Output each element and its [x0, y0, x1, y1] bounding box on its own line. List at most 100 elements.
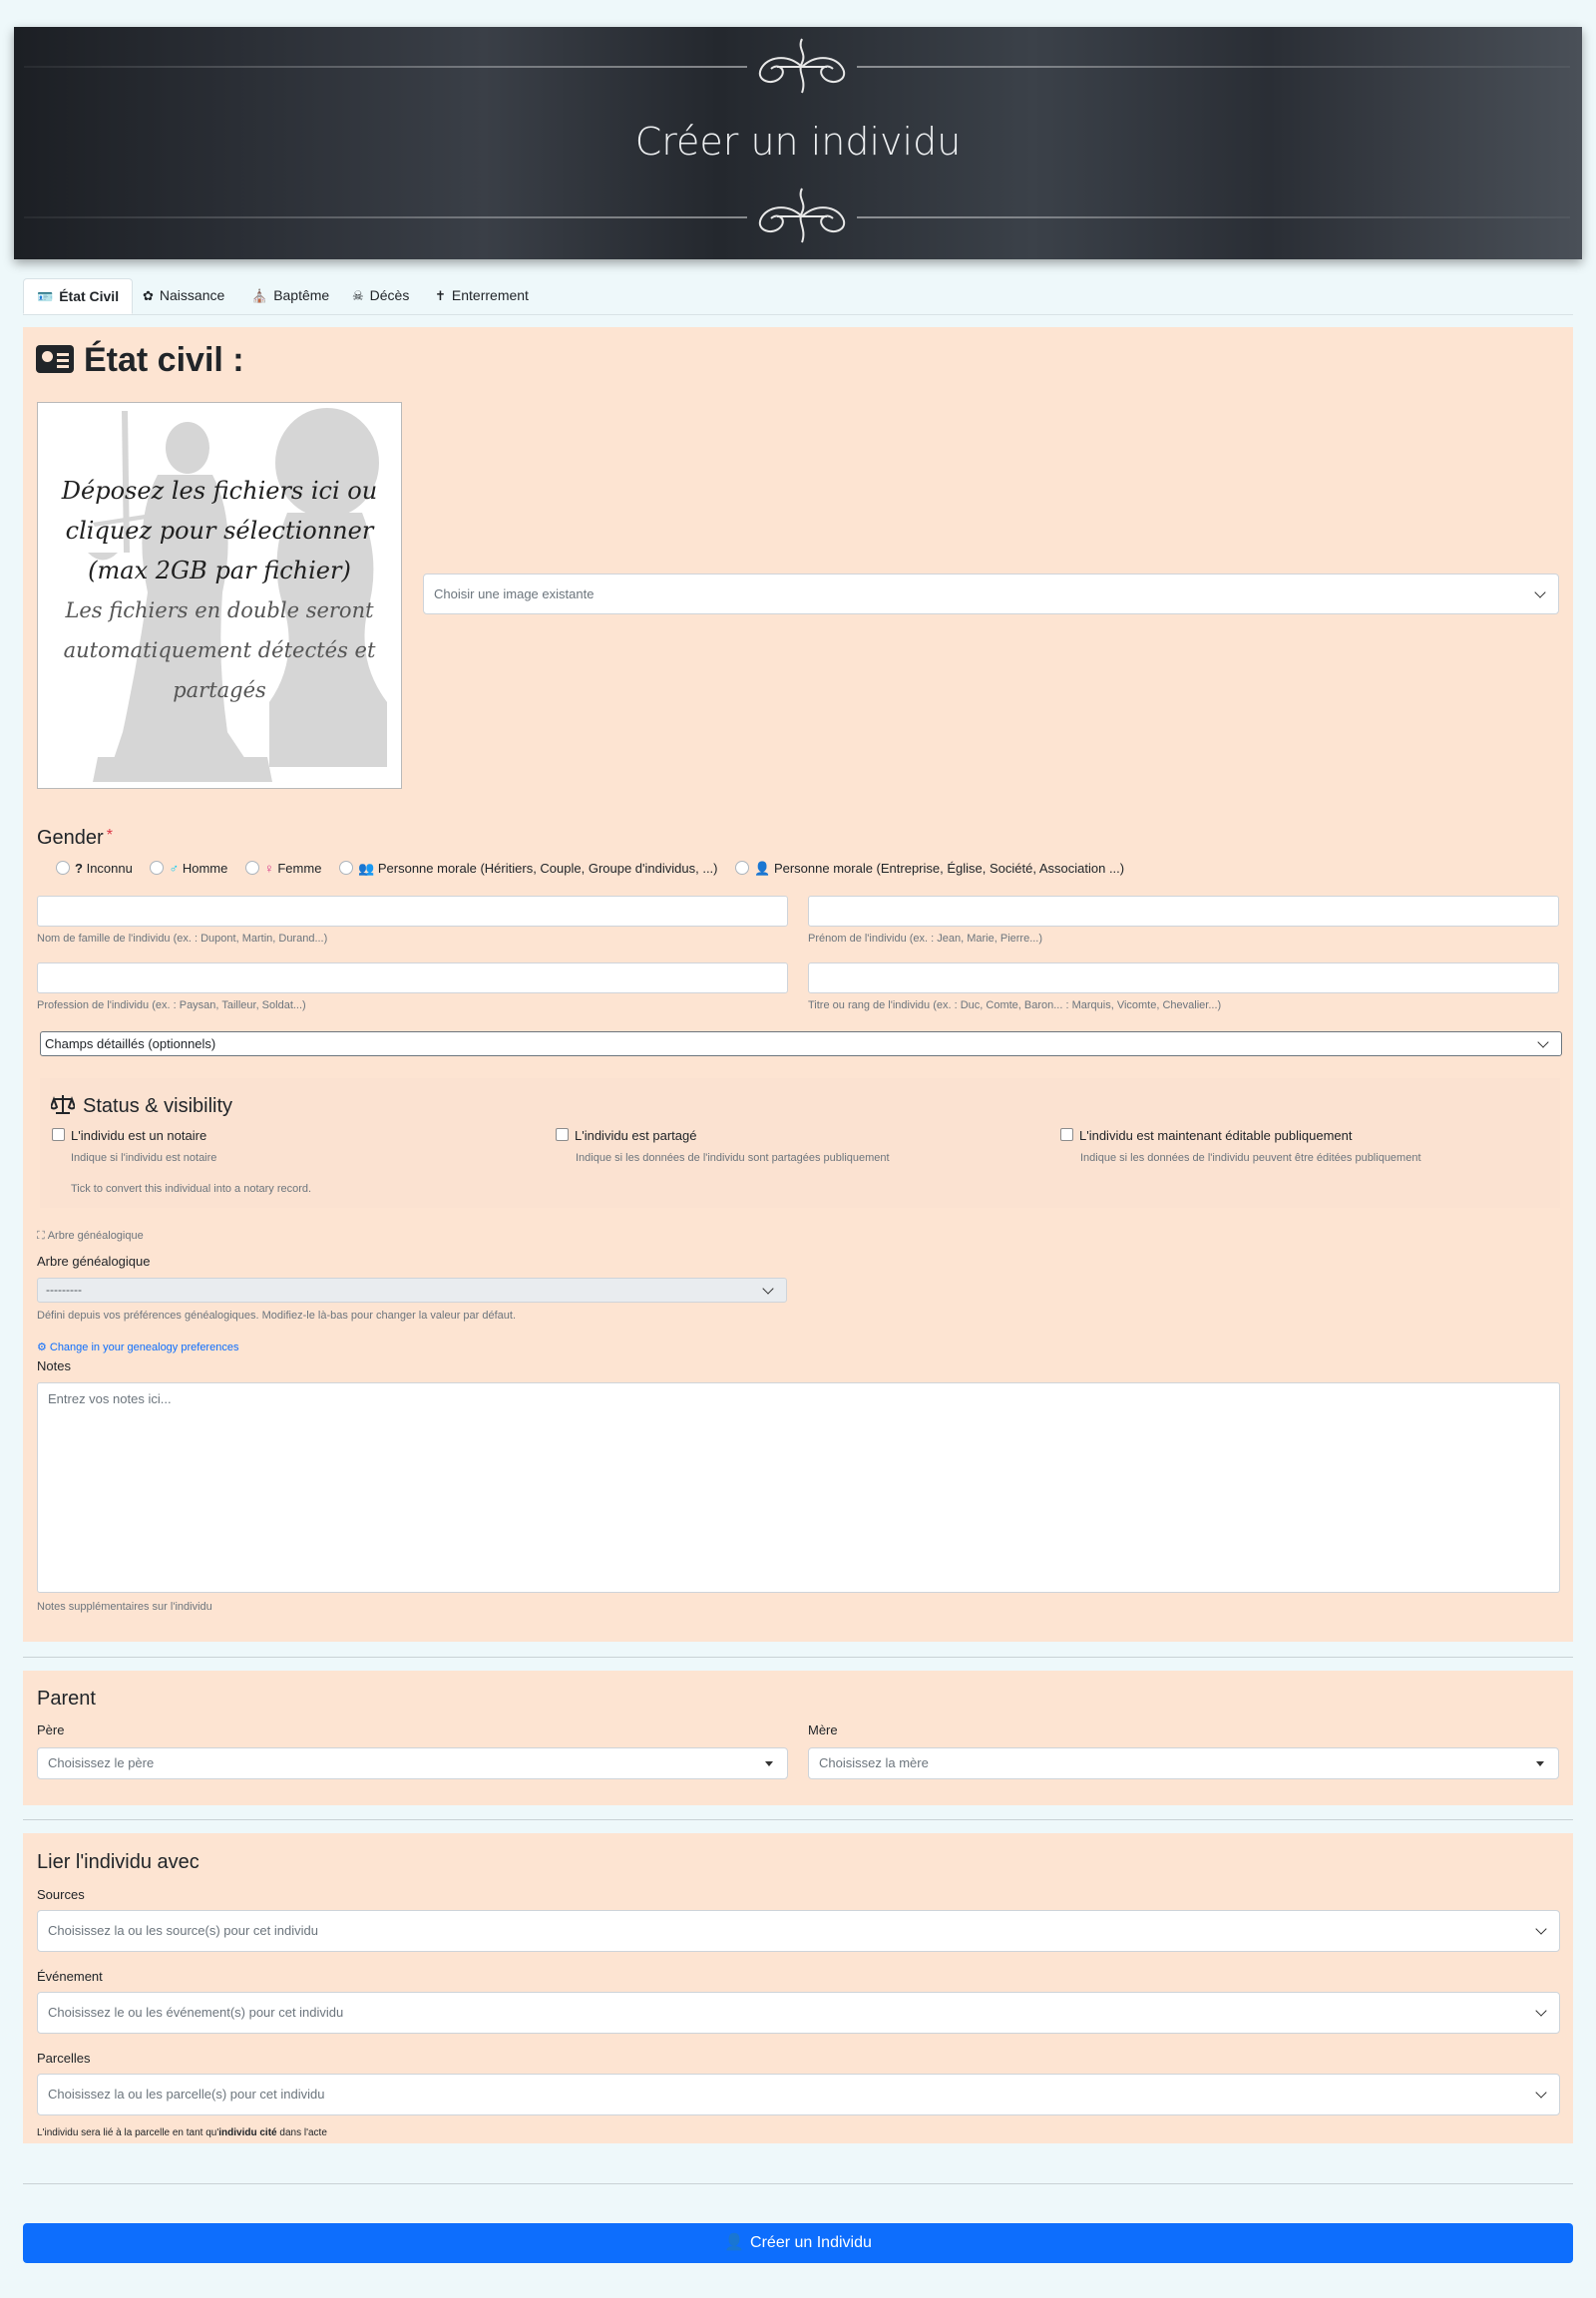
file-dropzone[interactable]: Déposez les fichiers ici ou cliquez pour…: [37, 402, 402, 789]
checkbox-label: L'individu est partagé: [575, 1128, 697, 1143]
chevron-down-icon: [1537, 1035, 1549, 1048]
notes-help: Notes supplémentaires sur l'individu: [37, 1601, 212, 1613]
skull-icon: ☠: [352, 288, 364, 303]
title-help: Titre ou rang de l'individu (ex. : Duc, …: [808, 999, 1222, 1011]
tab-label: Baptême: [273, 287, 330, 303]
radio-button[interactable]: [339, 861, 354, 875]
tab-label: État Civil: [59, 288, 120, 304]
public-edit-checkbox-row[interactable]: L'individu est maintenant éditable publi…: [1060, 1128, 1353, 1143]
users-icon: 👥: [358, 861, 375, 876]
ornament-line: [24, 66, 747, 68]
gender-option-label: Homme: [182, 861, 228, 876]
gender-option-inconnu[interactable]: ? Inconnu: [56, 861, 133, 876]
father-select[interactable]: Choisissez le père: [37, 1747, 788, 1779]
radio-button[interactable]: [244, 861, 259, 875]
radio-button[interactable]: [150, 861, 165, 875]
events-select[interactable]: Choisissez le ou les événement(s) pour c…: [37, 1992, 1560, 2034]
create-individual-button[interactable]: 👤 Créer un Individu: [23, 2223, 1573, 2263]
chevron-down-icon: [1534, 585, 1546, 598]
caret-down-icon: [765, 1761, 773, 1766]
gender-option-label: Personne morale (Héritiers, Couple, Grou…: [377, 861, 718, 876]
baby-icon: ✿: [143, 288, 154, 303]
parcels-label: Parcelles: [37, 2051, 91, 2066]
tab-label: Enterrement: [451, 287, 529, 303]
dropzone-main-text: Déposez les fichiers ici ou cliquez pour…: [61, 477, 378, 584]
gender-option-personne-morale-entreprise[interactable]: 👤 Personne morale (Entreprise, Église, S…: [735, 861, 1124, 877]
gender-option-personne-morale-groupe[interactable]: 👥 Personne morale (Héritiers, Couple, Gr…: [339, 861, 718, 877]
select-placeholder: Choisissez la ou les source(s) pour cet …: [48, 1923, 318, 1938]
gender-option-label: Personne morale (Entreprise, Église, Soc…: [773, 861, 1125, 876]
gender-radio-group: ? Inconnu ♂ Homme ♀ Femme 👥 Personne mor…: [56, 861, 1138, 877]
parent-panel: [23, 1671, 1573, 1805]
tree-label: Arbre généalogique: [37, 1254, 151, 1269]
tree-small-label-text: Arbre généalogique: [47, 1230, 144, 1242]
tab-etat-civil[interactable]: 🪪 État Civil: [23, 278, 134, 314]
sitemap-icon: ⛶: [37, 1230, 45, 1242]
mother-label: Mère: [808, 1723, 838, 1737]
tab-enterrement[interactable]: ✝ Enterrement: [422, 278, 542, 312]
chevron-down-icon: [1535, 2005, 1547, 2017]
details-toggle-label: Champs détaillés (optionnels): [45, 1036, 216, 1051]
button-label: Créer un Individu: [750, 2234, 872, 2251]
radio-button[interactable]: [56, 861, 70, 875]
gender-option-femme[interactable]: ♀ Femme: [244, 861, 321, 876]
chevron-down-icon: [1535, 1923, 1547, 1935]
chevron-down-icon: [762, 1282, 774, 1295]
existing-image-select[interactable]: Choisir une image existante: [423, 574, 1559, 614]
gender-label-text: Gender: [37, 827, 104, 849]
parcels-select[interactable]: Choisissez la ou les parcelle(s) pour ce…: [37, 2074, 1560, 2115]
select-placeholder: Choisissez le ou les événement(s) pour c…: [48, 2005, 344, 2020]
mother-select[interactable]: Choisissez la mère: [808, 1747, 1559, 1779]
section-heading-etat-civil: État civil :: [36, 341, 244, 380]
notary-checkbox-row[interactable]: L'individu est un notaire: [52, 1128, 206, 1143]
tab-deces[interactable]: ☠ Décès: [339, 278, 422, 312]
notes-textarea[interactable]: Entrez vos notes ici...: [37, 1382, 1560, 1593]
detailed-fields-toggle[interactable]: Champs détaillés (optionnels): [40, 1031, 1562, 1056]
link-section-title: Lier l'individu avec: [37, 1851, 200, 1873]
heading-text: État civil :: [84, 341, 244, 379]
user-plus-icon: 👤: [724, 2234, 745, 2251]
tab-label: Naissance: [159, 287, 225, 303]
shared-checkbox[interactable]: [556, 1128, 569, 1141]
caret-down-icon: [1536, 1761, 1544, 1766]
firstname-help: Prénom de l'individu (ex. : Jean, Marie,…: [808, 933, 1043, 945]
profession-input[interactable]: [37, 962, 788, 993]
lastname-help: Nom de famille de l'individu (ex. : Dupo…: [37, 933, 328, 945]
notary-extra-help: Tick to convert this individual into a n…: [71, 1183, 312, 1195]
notes-placeholder: Entrez vos notes ici...: [48, 1391, 172, 1406]
tab-bapteme[interactable]: ⛪ Baptême: [238, 278, 342, 312]
venus-icon: ♀: [263, 861, 274, 876]
genealogy-preferences-link[interactable]: ⚙ Change in your genealogy preferences: [37, 1340, 238, 1353]
select-placeholder: Choisissez la ou les parcelle(s) pour ce…: [48, 2087, 325, 2102]
dropzone-sub-text: Les fichiers en double seront automatiqu…: [63, 598, 376, 702]
firstname-input[interactable]: [808, 896, 1559, 927]
flourish-ornament-icon: [758, 188, 846, 243]
page-header-banner: Créer un individu: [14, 27, 1582, 259]
dropzone-text: Déposez les fichiers ici ou cliquez pour…: [56, 471, 383, 710]
id-card-icon: 🪪: [37, 289, 54, 304]
radio-button[interactable]: [735, 861, 750, 875]
parcel-link-note: L'individu sera lié à la parcelle en tan…: [37, 2127, 327, 2138]
shared-checkbox-row[interactable]: L'individu est partagé: [556, 1128, 696, 1143]
gender-option-homme[interactable]: ♂ Homme: [150, 861, 227, 876]
select-placeholder: Choisissez le père: [48, 1755, 155, 1770]
notary-help: Indique si l'individu est notaire: [71, 1152, 217, 1164]
tab-label: Décès: [369, 287, 410, 303]
status-title-text: Status & visibility: [83, 1095, 233, 1117]
notary-checkbox[interactable]: [52, 1128, 65, 1141]
tab-naissance[interactable]: ✿ Naissance: [130, 278, 237, 312]
checkbox-label: L'individu est un notaire: [71, 1128, 207, 1143]
lastname-input[interactable]: [37, 896, 788, 927]
page-title: Créer un individu: [634, 120, 962, 164]
note-text: L'individu sera lié à la parcelle en tan…: [37, 2127, 219, 2138]
public-edit-checkbox[interactable]: [1060, 1128, 1073, 1141]
checkbox-label: L'individu est maintenant éditable publi…: [1079, 1128, 1353, 1143]
gender-label: Gender *: [37, 827, 113, 850]
title-input[interactable]: [808, 962, 1559, 993]
genealogy-tree-select[interactable]: ---------: [37, 1278, 787, 1303]
gear-icon: ⚙: [37, 1341, 47, 1353]
question-icon: ?: [75, 861, 83, 876]
sources-select[interactable]: Choisissez la ou les source(s) pour cet …: [37, 1910, 1560, 1952]
gender-option-label: Inconnu: [86, 861, 133, 876]
parent-section-title: Parent: [37, 1688, 96, 1710]
